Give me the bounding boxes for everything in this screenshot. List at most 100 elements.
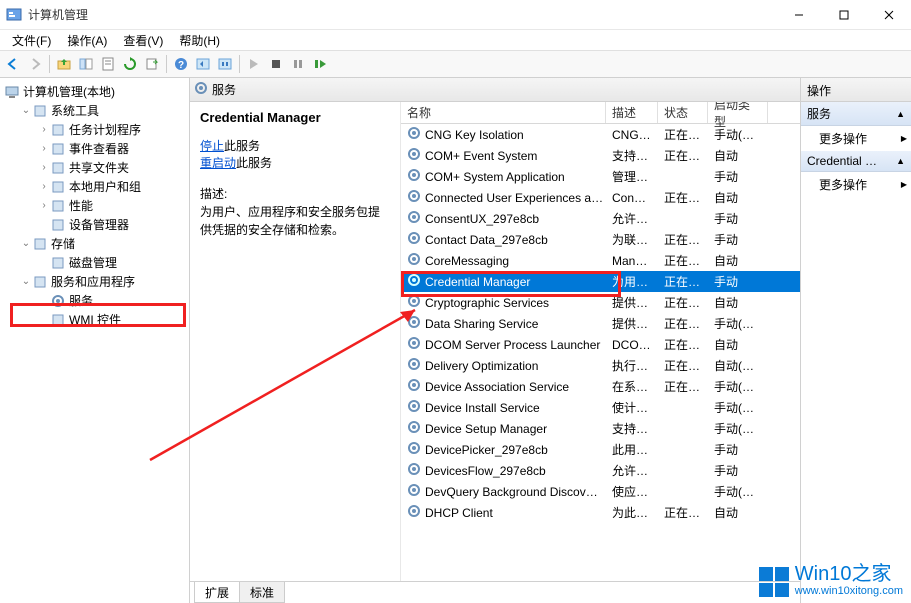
menu-action[interactable]: 操作(A) — [59, 30, 115, 51]
service-row[interactable]: DHCP Client为此…正在…自动 — [401, 502, 800, 523]
gear-icon — [407, 399, 421, 416]
restart-service-link[interactable]: 重启动 — [200, 156, 236, 170]
gear-icon — [407, 147, 421, 164]
tree-item[interactable]: ›事件查看器 — [2, 139, 187, 158]
action-section-header[interactable]: 服务▲ — [801, 102, 911, 126]
action-section-header[interactable]: Credential …▲ — [801, 151, 911, 172]
tree-item-icon — [50, 312, 66, 328]
toolbar: ? — [0, 50, 911, 78]
tree-item[interactable]: ›共享文件夹 — [2, 158, 187, 177]
detail-panel: Credential Manager 停止此服务 重启动此服务 描述: 为用户、… — [190, 102, 400, 581]
properties-button[interactable] — [97, 53, 119, 75]
menu-file[interactable]: 文件(F) — [4, 30, 59, 51]
tab-extended[interactable]: 扩展 — [194, 582, 240, 603]
forward-button[interactable] — [24, 53, 46, 75]
service-row[interactable]: DevQuery Background Discov…使应…手动(触发 — [401, 481, 800, 502]
col-name[interactable]: 名称 — [401, 102, 606, 123]
gear-icon — [407, 483, 421, 500]
service-row[interactable]: DCOM Server Process LauncherDCO…正在…自动 — [401, 334, 800, 355]
menu-view[interactable]: 查看(V) — [115, 30, 171, 51]
tree-item[interactable]: ›本地用户和组 — [2, 177, 187, 196]
minimize-button[interactable] — [776, 0, 821, 29]
pause-button[interactable] — [287, 53, 309, 75]
col-desc[interactable]: 描述 — [606, 102, 658, 123]
gear-icon — [407, 315, 421, 332]
tree-item[interactable]: 设备管理器 — [2, 215, 187, 234]
detail-title: Credential Manager — [200, 110, 390, 125]
window-title: 计算机管理 — [28, 6, 776, 23]
tree-item[interactable]: ⌄服务和应用程序 — [2, 272, 187, 291]
service-row[interactable]: Connected User Experiences a…Con…正在…自动 — [401, 187, 800, 208]
service-row[interactable]: Device Association Service在系…正在…手动(触发 — [401, 376, 800, 397]
tree-item-icon — [32, 274, 48, 290]
export-button[interactable] — [141, 53, 163, 75]
action-button-a[interactable] — [192, 53, 214, 75]
desc-text: 为用户、应用程序和安全服务包提供凭据的安全存储和检索。 — [200, 203, 390, 239]
list-header: 名称 描述 状态 启动类型 — [401, 102, 800, 124]
tree-item-icon — [32, 236, 48, 252]
play-button[interactable] — [243, 53, 265, 75]
service-row[interactable]: CoreMessagingMan…正在…自动 — [401, 250, 800, 271]
service-row[interactable]: Device Install Service使计…手动(触发 — [401, 397, 800, 418]
service-row[interactable]: DevicesFlow_297e8cb允许…手动 — [401, 460, 800, 481]
service-row[interactable]: COM+ Event System支持…正在…自动 — [401, 145, 800, 166]
service-row[interactable]: Credential Manager为用…正在…手动 — [401, 271, 800, 292]
help-button[interactable]: ? — [170, 53, 192, 75]
service-row[interactable]: DevicePicker_297e8cb此用…手动 — [401, 439, 800, 460]
up-folder-button[interactable] — [53, 53, 75, 75]
restart-button[interactable] — [309, 53, 331, 75]
tree-panel[interactable]: 计算机管理(本地) ⌄系统工具›任务计划程序›事件查看器›共享文件夹›本地用户和… — [0, 78, 190, 603]
show-hide-button[interactable] — [75, 53, 97, 75]
menu-help[interactable]: 帮助(H) — [171, 30, 228, 51]
col-start[interactable]: 启动类型 — [708, 102, 768, 123]
tree-item[interactable]: WMI 控件 — [2, 310, 187, 329]
tree-item[interactable]: ›任务计划程序 — [2, 120, 187, 139]
tree-item[interactable]: ⌄系统工具 — [2, 101, 187, 120]
tree-item[interactable]: ⌄存储 — [2, 234, 187, 253]
action-button-b[interactable] — [214, 53, 236, 75]
app-icon — [6, 7, 22, 23]
tree-item-icon — [50, 160, 66, 176]
back-button[interactable] — [2, 53, 24, 75]
tree-root[interactable]: 计算机管理(本地) — [2, 82, 187, 101]
service-row[interactable]: Device Setup Manager支持…手动(触发 — [401, 418, 800, 439]
service-row[interactable]: Cryptographic Services提供…正在…自动 — [401, 292, 800, 313]
tree-item[interactable]: ›性能 — [2, 196, 187, 215]
service-row[interactable]: COM+ System Application管理…手动 — [401, 166, 800, 187]
gear-icon — [407, 441, 421, 458]
tree-item-icon — [50, 179, 66, 195]
tree-item-icon — [50, 293, 66, 309]
actions-header: 操作 — [801, 78, 911, 102]
close-button[interactable] — [866, 0, 911, 29]
titlebar: 计算机管理 — [0, 0, 911, 30]
refresh-button[interactable] — [119, 53, 141, 75]
tree-item[interactable]: 磁盘管理 — [2, 253, 187, 272]
tree-item-icon — [50, 217, 66, 233]
tree-item-icon — [50, 122, 66, 138]
service-row[interactable]: Contact Data_297e8cb为联…正在…手动 — [401, 229, 800, 250]
service-list[interactable]: 名称 描述 状态 启动类型 CNG Key IsolationCNG…正在…手动… — [400, 102, 800, 581]
gear-icon — [194, 81, 208, 98]
tree-item[interactable]: 服务 — [2, 291, 187, 310]
svg-text:?: ? — [178, 60, 184, 71]
stop-button[interactable] — [265, 53, 287, 75]
service-row[interactable]: ConsentUX_297e8cb允许…手动 — [401, 208, 800, 229]
actions-panel: 操作 服务▲更多操作▶Credential …▲更多操作▶ — [801, 78, 911, 603]
service-row[interactable]: Data Sharing Service提供…正在…手动(触发 — [401, 313, 800, 334]
center-tabs: 扩展 标准 — [190, 581, 800, 603]
service-row[interactable]: Delivery Optimization执行…正在…自动(延迟 — [401, 355, 800, 376]
tab-standard[interactable]: 标准 — [239, 582, 285, 603]
gear-icon — [407, 231, 421, 248]
gear-icon — [407, 168, 421, 185]
gear-icon — [407, 189, 421, 206]
menubar: 文件(F) 操作(A) 查看(V) 帮助(H) — [0, 30, 911, 50]
stop-service-link[interactable]: 停止 — [200, 139, 224, 153]
gear-icon — [407, 357, 421, 374]
maximize-button[interactable] — [821, 0, 866, 29]
gear-icon — [407, 504, 421, 521]
action-item[interactable]: 更多操作▶ — [801, 126, 911, 151]
tree-item-icon — [50, 198, 66, 214]
col-status[interactable]: 状态 — [658, 102, 708, 123]
gear-icon — [407, 294, 421, 311]
action-item[interactable]: 更多操作▶ — [801, 172, 911, 197]
